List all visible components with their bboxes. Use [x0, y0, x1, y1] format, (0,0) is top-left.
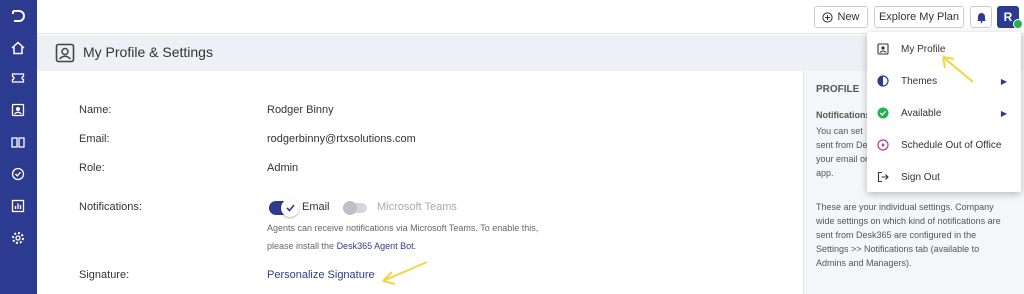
reports-icon[interactable] — [8, 196, 28, 216]
help-heading: PROFILE — [816, 84, 860, 95]
profile-content: Name: Rodger Binny Email: rodgerbinny@rt… — [37, 71, 803, 294]
teams-note-line2: please install the Desk365 Agent Bot. — [267, 241, 416, 251]
logo-icon[interactable] — [8, 6, 28, 26]
name-label: Name: — [79, 104, 112, 116]
teams-toggle-label: Microsoft Teams — [377, 201, 457, 213]
profile-card-icon — [55, 43, 75, 63]
help-line-4: Settings >> Notifications tab (available… — [816, 244, 980, 254]
email-value: rodgerbinny@rtxsolutions.com — [267, 133, 416, 145]
plus-circle-icon — [822, 11, 834, 23]
bell-icon — [976, 13, 986, 23]
role-value: Admin — [267, 162, 299, 174]
help-line-1: These are your individual settings. Comp… — [816, 202, 994, 212]
menu-item-available[interactable]: Available ▶ — [867, 97, 1021, 129]
help-partial-line-1: You can set — [816, 126, 863, 136]
help-partial-line-4: app. — [816, 168, 834, 178]
home-icon[interactable] — [8, 38, 28, 58]
avatar-initial: R — [1003, 10, 1013, 24]
email-toggle[interactable] — [269, 199, 299, 217]
teams-toggle[interactable] — [343, 201, 367, 215]
annotation-arrow-icon — [942, 56, 974, 83]
new-button[interactable]: New — [814, 6, 868, 28]
sidebar — [0, 0, 37, 294]
chevron-right-icon: ▶ — [1000, 76, 1007, 86]
help-line-2: wide settings on which kind of notificat… — [816, 216, 1001, 226]
theme-icon — [877, 75, 889, 87]
knowledge-base-icon[interactable] — [8, 132, 28, 152]
status-available-dot — [1013, 19, 1023, 29]
check-icon — [285, 204, 295, 212]
help-partial-line-3: your email or — [816, 154, 869, 164]
new-button-label: New — [837, 11, 860, 23]
notifications-label: Notifications: — [79, 201, 142, 213]
top-bar: New Explore My Plan R — [37, 0, 1024, 34]
notifications-bell-button[interactable] — [970, 6, 992, 28]
settings-icon[interactable] — [8, 228, 28, 248]
explore-my-plan-button[interactable]: Explore My Plan — [874, 6, 964, 28]
menu-label-available: Available — [901, 107, 942, 119]
profile-icon — [877, 43, 889, 55]
menu-label-schedule: Schedule Out of Office — [901, 139, 1002, 151]
menu-item-schedule-out-of-office[interactable]: Schedule Out of Office — [867, 129, 1021, 161]
sign-out-icon — [877, 171, 889, 183]
personalize-signature-link[interactable]: Personalize Signature — [267, 269, 375, 281]
menu-label-themes: Themes — [901, 75, 938, 87]
menu-label-sign-out: Sign Out — [901, 171, 940, 183]
teams-note-line1: Agents can receive notifications via Mic… — [267, 223, 539, 233]
name-value: Rodger Binny — [267, 104, 334, 116]
email-label: Email: — [79, 133, 110, 145]
page-title: My Profile & Settings — [83, 44, 213, 60]
signature-label: Signature: — [79, 269, 130, 281]
agent-bot-link[interactable]: Desk365 Agent Bot. — [337, 241, 417, 251]
schedule-icon — [877, 139, 889, 151]
available-check-icon — [877, 107, 889, 119]
annotation-arrow-icon — [382, 261, 428, 285]
teams-note-prefix: please install the — [267, 241, 335, 251]
email-toggle-label: Email — [302, 201, 330, 213]
help-partial-line-2: sent from Des — [816, 140, 873, 150]
menu-item-sign-out[interactable]: Sign Out — [867, 161, 1021, 193]
explore-button-label: Explore My Plan — [878, 11, 960, 23]
tasks-icon[interactable] — [8, 164, 28, 184]
role-label: Role: — [79, 162, 105, 174]
help-line-5: Admins and Managers). — [816, 258, 912, 268]
chevron-right-icon: ▶ — [1000, 108, 1007, 118]
ticket-icon[interactable] — [8, 68, 28, 88]
contacts-icon[interactable] — [8, 100, 28, 120]
help-line-3: sent from Desk365 are configured in the — [816, 230, 977, 240]
help-subheading: Notifications — [816, 110, 871, 120]
